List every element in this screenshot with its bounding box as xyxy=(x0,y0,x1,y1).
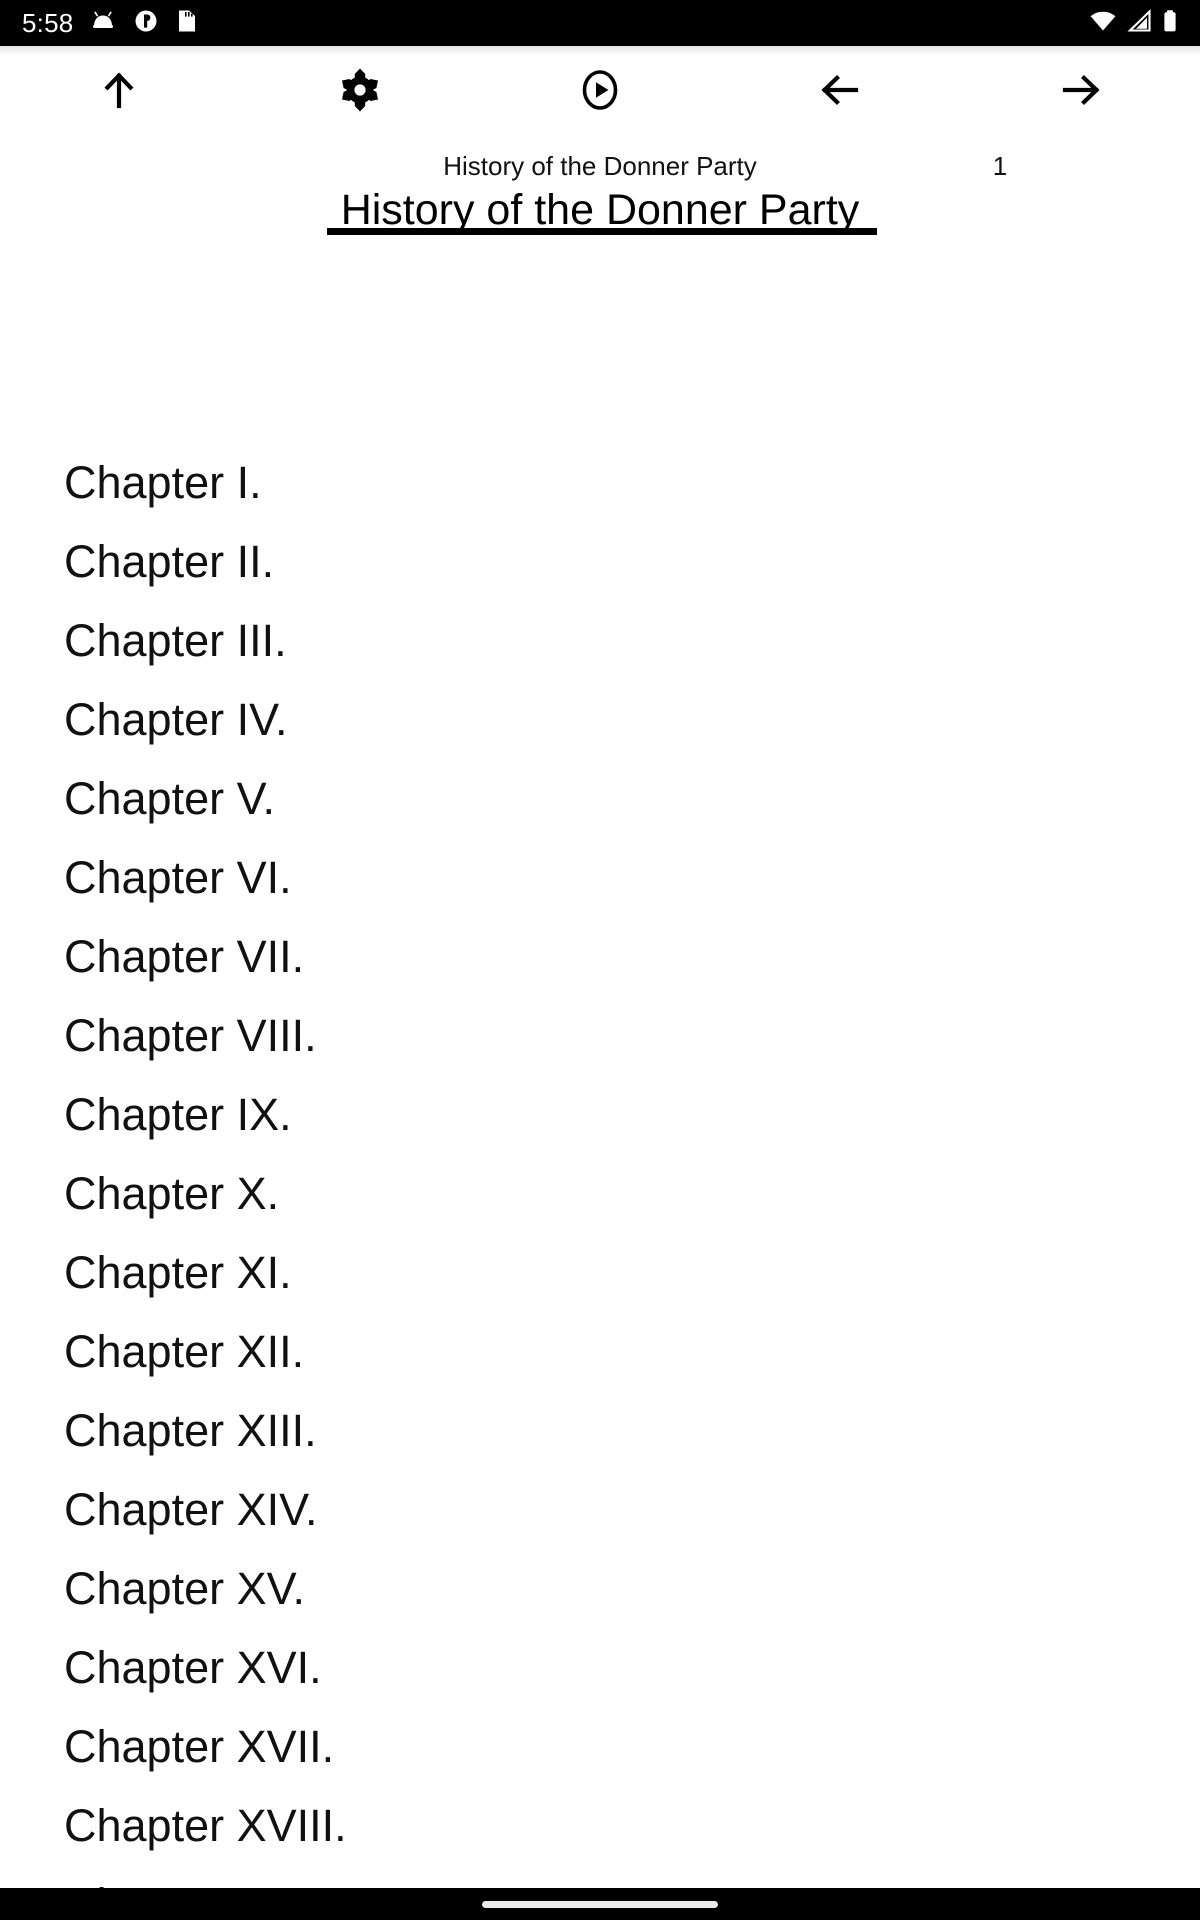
chapter-link[interactable]: Chapter XVII. xyxy=(0,1707,1200,1786)
chapter-link[interactable]: Chapter IX. xyxy=(0,1075,1200,1154)
chapter-link[interactable]: Chapter VII. xyxy=(0,917,1200,996)
chapter-link[interactable]: Chapter XVI. xyxy=(0,1628,1200,1707)
wifi-icon xyxy=(1089,8,1117,39)
chapter-link[interactable]: Chapter VIII. xyxy=(0,996,1200,1075)
status-bar-right xyxy=(1089,8,1178,39)
chapter-link[interactable]: Chapter XII. xyxy=(0,1312,1200,1391)
cellular-signal-icon xyxy=(1126,8,1153,39)
arrow-right-icon xyxy=(1057,67,1105,116)
chapter-link[interactable]: Chapter XVIII. xyxy=(0,1786,1200,1865)
settings-button[interactable] xyxy=(324,60,396,122)
scroll-to-top-button[interactable] xyxy=(83,60,155,122)
play-circle-icon xyxy=(577,67,623,116)
chapter-link[interactable]: Chapter XI. xyxy=(0,1233,1200,1312)
sd-card-icon xyxy=(176,8,198,39)
chapter-link[interactable]: Chapter XIV. xyxy=(0,1470,1200,1549)
android-head-icon xyxy=(90,8,116,39)
chapter-link[interactable]: Chapter II. xyxy=(0,522,1200,601)
page-number: 1 xyxy=(992,151,1008,181)
chapter-link[interactable]: Chapter XIII. xyxy=(0,1391,1200,1470)
play-button[interactable] xyxy=(564,60,636,122)
document-header: History of the Donner Party 1 xyxy=(0,150,1200,190)
reader-toolbar xyxy=(0,46,1200,132)
back-button[interactable] xyxy=(804,60,876,122)
battery-icon xyxy=(1162,8,1178,39)
chapter-link[interactable]: Chapter VI. xyxy=(0,838,1200,917)
chapter-link[interactable]: Chapter I. xyxy=(0,443,1200,522)
heading-rule xyxy=(327,228,877,235)
phone-screen: 5:58 History of the Donner Party 1 Histo… xyxy=(0,0,1200,1920)
status-bar-left: 5:58 xyxy=(22,8,198,39)
status-bar: 5:58 xyxy=(0,0,1200,46)
system-navigation-bar xyxy=(0,1888,1200,1920)
clock-circle-icon xyxy=(133,8,159,39)
chapter-link[interactable]: Chapter XIX. xyxy=(0,1865,1200,1888)
arrow-left-icon xyxy=(816,67,864,116)
chapter-link[interactable]: Chapter X. xyxy=(0,1154,1200,1233)
chapter-link[interactable]: Chapter III. xyxy=(0,601,1200,680)
chapter-link[interactable]: Chapter V. xyxy=(0,759,1200,838)
forward-button[interactable] xyxy=(1045,60,1117,122)
chapter-link[interactable]: Chapter XV. xyxy=(0,1549,1200,1628)
table-of-contents: Chapter I. Chapter II. Chapter III. Chapter… xyxy=(0,443,1200,1888)
chapter-link[interactable]: Chapter IV. xyxy=(0,680,1200,759)
arrow-up-icon xyxy=(96,67,142,116)
status-bar-clock: 5:58 xyxy=(22,8,74,38)
gear-icon xyxy=(336,66,384,117)
home-indicator[interactable] xyxy=(482,1901,718,1908)
